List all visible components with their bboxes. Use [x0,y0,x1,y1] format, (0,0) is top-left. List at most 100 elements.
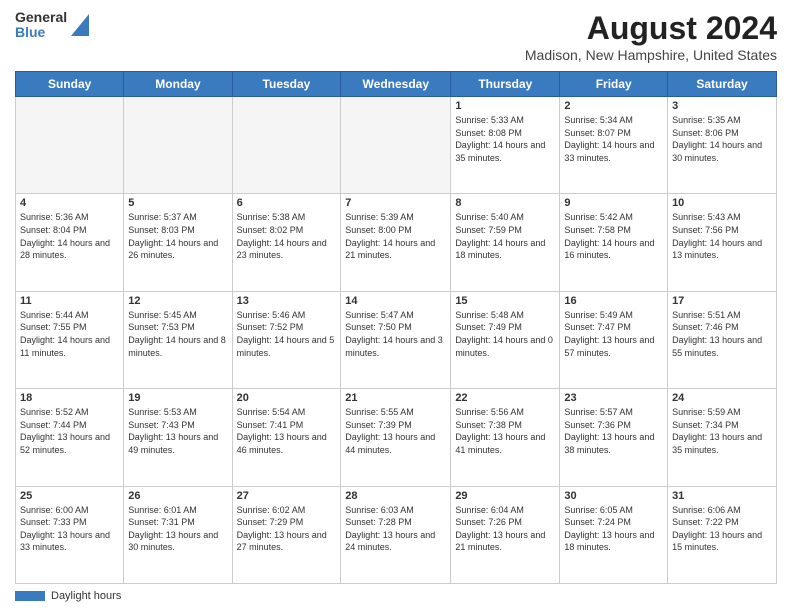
day-number: 15 [455,295,555,307]
table-row: 3 Sunrise: 5:35 AM Sunset: 8:06 PM Daylig… [668,97,777,194]
table-row: 14 Sunrise: 5:47 AM Sunset: 7:50 PM Dayli… [341,291,451,388]
day-info: Sunrise: 6:01 AM Sunset: 7:31 PM Dayligh… [128,504,227,554]
day-number: 13 [237,295,337,307]
day-info: Sunrise: 5:53 AM Sunset: 7:43 PM Dayligh… [128,406,227,456]
day-number: 19 [128,392,227,404]
day-info: Sunrise: 5:46 AM Sunset: 7:52 PM Dayligh… [237,309,337,359]
day-number: 24 [672,392,772,404]
table-row: 9 Sunrise: 5:42 AM Sunset: 7:58 PM Daylig… [560,194,668,291]
table-row: 17Sunrise: 5:51 AM Sunset: 7:46 PM Dayli… [668,291,777,388]
day-info: Sunrise: 5:33 AM Sunset: 8:08 PM Dayligh… [455,114,555,164]
table-row: 8 Sunrise: 5:40 AM Sunset: 7:59 PM Daylig… [451,194,560,291]
day-number: 10 [672,197,772,209]
table-row: 31 Sunrise: 6:06 AM Sunset: 7:22 PM Dayli… [668,486,777,583]
calendar-week-row: 1 Sunrise: 5:33 AM Sunset: 8:08 PM Daylig… [16,97,777,194]
table-row: 26 Sunrise: 6:01 AM Sunset: 7:31 PM Dayli… [124,486,232,583]
calendar-table: Sunday Monday Tuesday Wednesday Thursday… [15,71,777,584]
day-number: 7 [345,197,446,209]
table-row [124,97,232,194]
day-number: 29 [455,490,555,502]
day-number: 25 [20,490,119,502]
day-info: Sunrise: 5:40 AM Sunset: 7:59 PM Dayligh… [455,211,555,261]
day-info: Sunrise: 5:59 AM Sunset: 7:34 PM Dayligh… [672,406,772,456]
table-row: 12Sunrise: 5:45 AM Sunset: 7:53 PM Dayli… [124,291,232,388]
table-row: 21 Sunrise: 5:55 AM Sunset: 7:39 PM Dayli… [341,389,451,486]
table-row: 5 Sunrise: 5:37 AM Sunset: 8:03 PM Daylig… [124,194,232,291]
day-info: Sunrise: 5:52 AM Sunset: 7:44 PM Dayligh… [20,406,119,456]
day-info: Sunrise: 5:39 AM Sunset: 8:00 PM Dayligh… [345,211,446,261]
day-number: 4 [20,197,119,209]
col-monday: Monday [124,72,232,97]
day-number: 26 [128,490,227,502]
table-row: 25Sunrise: 6:00 AM Sunset: 7:33 PM Dayli… [16,486,124,583]
day-number: 1 [455,100,555,112]
calendar-header-row: Sunday Monday Tuesday Wednesday Thursday… [16,72,777,97]
day-number: 9 [564,197,663,209]
table-row: 2Sunrise: 5:34 AM Sunset: 8:07 PM Daylig… [560,97,668,194]
day-info: Sunrise: 5:34 AM Sunset: 8:07 PM Dayligh… [564,114,663,164]
day-info: Sunrise: 5:42 AM Sunset: 7:58 PM Dayligh… [564,211,663,261]
day-number: 22 [455,392,555,404]
day-number: 3 [672,100,772,112]
day-number: 18 [20,392,119,404]
daylight-bar-icon [15,591,45,601]
day-info: Sunrise: 5:36 AM Sunset: 8:04 PM Dayligh… [20,211,119,261]
table-row: 6Sunrise: 5:38 AM Sunset: 8:02 PM Daylig… [232,194,341,291]
day-number: 20 [237,392,337,404]
logo-triangle-icon [71,14,89,36]
table-row: 18 Sunrise: 5:52 AM Sunset: 7:44 PM Dayli… [16,389,124,486]
table-row [16,97,124,194]
day-info: Sunrise: 5:37 AM Sunset: 8:03 PM Dayligh… [128,211,227,261]
title-section: August 2024 Madison, New Hampshire, Unit… [525,10,777,63]
day-number: 30 [564,490,663,502]
table-row: 7 Sunrise: 5:39 AM Sunset: 8:00 PM Daylig… [341,194,451,291]
day-number: 28 [345,490,446,502]
calendar-week-row: 25Sunrise: 6:00 AM Sunset: 7:33 PM Dayli… [16,486,777,583]
table-row: 10 Sunrise: 5:43 AM Sunset: 7:56 PM Dayli… [668,194,777,291]
table-row: 30 Sunrise: 6:05 AM Sunset: 7:24 PM Dayli… [560,486,668,583]
day-number: 8 [455,197,555,209]
col-thursday: Thursday [451,72,560,97]
col-sunday: Sunday [16,72,124,97]
table-row: 16 Sunrise: 5:49 AM Sunset: 7:47 PM Dayli… [560,291,668,388]
col-wednesday: Wednesday [341,72,451,97]
day-info: Sunrise: 5:44 AM Sunset: 7:55 PM Dayligh… [20,309,119,359]
day-number: 16 [564,295,663,307]
day-info: Sunrise: 5:35 AM Sunset: 8:06 PM Dayligh… [672,114,772,164]
day-number: 31 [672,490,772,502]
calendar-page: General Blue August 2024 Madison, New Ha… [0,0,792,612]
day-info: Sunrise: 5:45 AM Sunset: 7:53 PM Dayligh… [128,309,227,359]
day-info: Sunrise: 5:38 AM Sunset: 8:02 PM Dayligh… [237,211,337,261]
day-number: 5 [128,197,227,209]
day-info: Sunrise: 5:49 AM Sunset: 7:47 PM Dayligh… [564,309,663,359]
header: General Blue August 2024 Madison, New Ha… [15,10,777,63]
table-row: 15 Sunrise: 5:48 AM Sunset: 7:49 PM Dayli… [451,291,560,388]
day-info: Sunrise: 6:03 AM Sunset: 7:28 PM Dayligh… [345,504,446,554]
day-info: Sunrise: 6:06 AM Sunset: 7:22 PM Dayligh… [672,504,772,554]
table-row: 28 Sunrise: 6:03 AM Sunset: 7:28 PM Dayli… [341,486,451,583]
day-info: Sunrise: 5:43 AM Sunset: 7:56 PM Dayligh… [672,211,772,261]
col-saturday: Saturday [668,72,777,97]
day-info: Sunrise: 5:56 AM Sunset: 7:38 PM Dayligh… [455,406,555,456]
day-info: Sunrise: 5:55 AM Sunset: 7:39 PM Dayligh… [345,406,446,456]
table-row: 29Sunrise: 6:04 AM Sunset: 7:26 PM Dayli… [451,486,560,583]
footer-label: Daylight hours [51,590,121,602]
day-info: Sunrise: 5:47 AM Sunset: 7:50 PM Dayligh… [345,309,446,359]
table-row: 22 Sunrise: 5:56 AM Sunset: 7:38 PM Dayli… [451,389,560,486]
day-info: Sunrise: 6:05 AM Sunset: 7:24 PM Dayligh… [564,504,663,554]
day-number: 17 [672,295,772,307]
main-title: August 2024 [525,10,777,47]
day-info: Sunrise: 5:54 AM Sunset: 7:41 PM Dayligh… [237,406,337,456]
day-number: 11 [20,295,119,307]
table-row [341,97,451,194]
calendar-week-row: 18 Sunrise: 5:52 AM Sunset: 7:44 PM Dayli… [16,389,777,486]
table-row: 13 Sunrise: 5:46 AM Sunset: 7:52 PM Dayli… [232,291,341,388]
table-row: 23Sunrise: 5:57 AM Sunset: 7:36 PM Dayli… [560,389,668,486]
day-info: Sunrise: 5:48 AM Sunset: 7:49 PM Dayligh… [455,309,555,359]
day-number: 21 [345,392,446,404]
day-number: 14 [345,295,446,307]
calendar-week-row: 4 Sunrise: 5:36 AM Sunset: 8:04 PM Daylig… [16,194,777,291]
day-info: Sunrise: 5:57 AM Sunset: 7:36 PM Dayligh… [564,406,663,456]
table-row: 24 Sunrise: 5:59 AM Sunset: 7:34 PM Dayli… [668,389,777,486]
table-row: 11 Sunrise: 5:44 AM Sunset: 7:55 PM Dayli… [16,291,124,388]
